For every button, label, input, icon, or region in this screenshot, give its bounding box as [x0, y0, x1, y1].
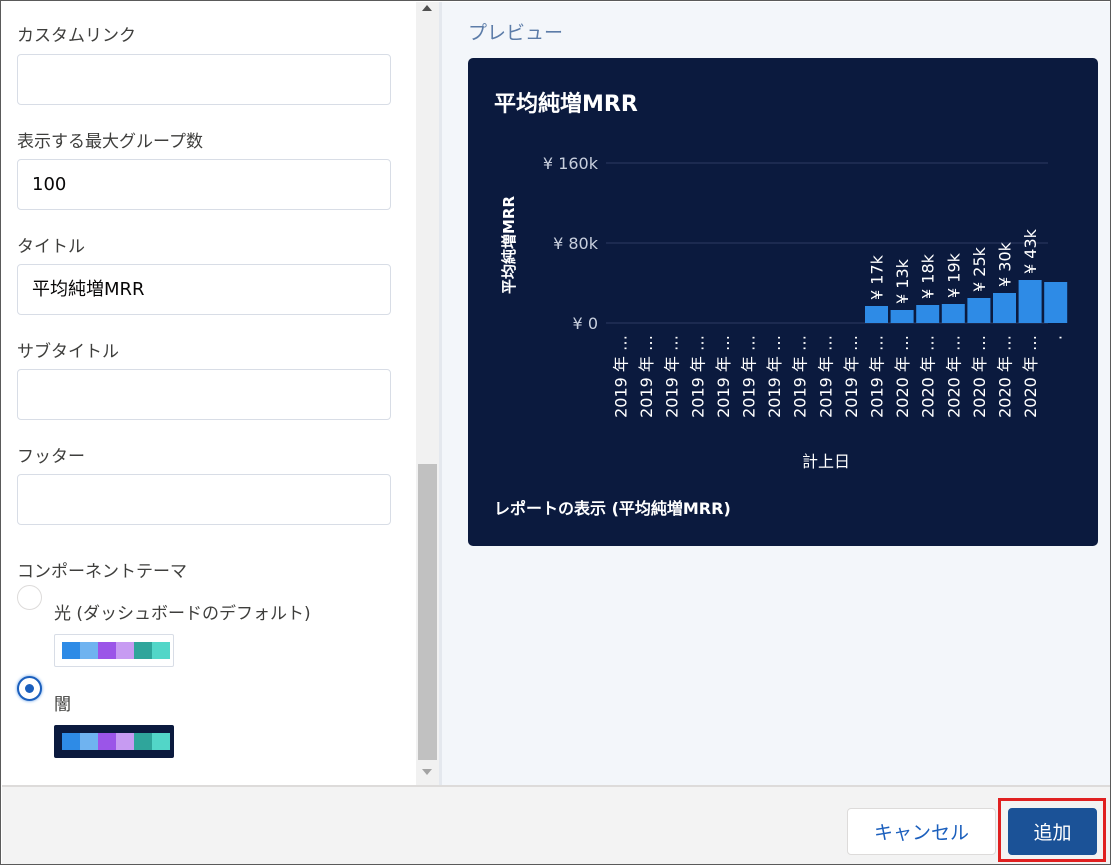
data-label: ¥ 18k — [919, 253, 938, 299]
preview-panel: プレビュー 平均純増MRR ¥ 0 ¥ 80k ¥ 160k 平均純増MRR 2019 … — [439, 2, 1110, 785]
custom-link-input[interactable] — [17, 54, 391, 105]
y-axis-title: 平均純増MRR — [500, 196, 518, 294]
palette-swatch — [80, 733, 98, 750]
cancel-button[interactable]: キャンセル — [847, 808, 996, 855]
data-label: ¥ 30k — [996, 241, 1015, 287]
x-tick-label: 2020 年 … — [970, 335, 989, 418]
dashboard-component-card: 平均純増MRR ¥ 0 ¥ 80k ¥ 160k 平均純増MRR 2019 年 … 201… — [468, 58, 1098, 546]
x-tick-label: 2019 年 … — [765, 335, 784, 418]
data-label: ¥ 25k — [970, 246, 989, 292]
x-tick-label: 2019 年 … — [714, 335, 733, 418]
custom-link-label: カスタムリンク — [17, 26, 136, 46]
y-tick-label: ¥ 80k — [553, 234, 599, 253]
y-tick-label: ¥ 0 — [573, 314, 598, 333]
x-tick-label: . — [1047, 335, 1066, 340]
bar — [1044, 282, 1068, 323]
max-groups-label: 表示する最大グループ数 — [17, 132, 203, 152]
theme-light-palette — [54, 634, 174, 667]
bar — [1018, 280, 1042, 323]
palette-swatch — [98, 642, 116, 659]
bar — [941, 304, 965, 323]
palette-swatch — [62, 642, 80, 659]
scroll-down-arrow-icon[interactable] — [422, 769, 432, 775]
palette-swatch — [152, 733, 170, 750]
x-tick-label: 2019 年 … — [688, 335, 707, 418]
x-tick-label: 2020 年 … — [1021, 335, 1040, 418]
bar — [993, 293, 1016, 323]
add-button[interactable]: 追加 — [1008, 808, 1097, 855]
x-tick-label: 2019 年 … — [637, 335, 656, 418]
subtitle-input[interactable] — [17, 369, 391, 420]
data-label: ¥ 19k — [944, 252, 963, 298]
bar — [865, 306, 888, 323]
x-tick-label: 2019 年 … — [740, 335, 759, 418]
subtitle-label: サブタイトル — [17, 342, 119, 362]
x-tick-label: 2020 年 … — [919, 335, 938, 418]
dialog-footer: キャンセル 追加 — [2, 785, 1110, 864]
component-theme-label: コンポーネントテーマ — [17, 562, 187, 582]
x-tick-label: 2019 年 … — [842, 335, 861, 418]
title-input[interactable]: 平均純増MRR — [17, 264, 391, 315]
x-tick-label: 2019 年 … — [868, 335, 887, 418]
properties-panel: カスタムリンク 表示する最大グループ数 100 タイトル 平均純増MRR サブタ… — [2, 2, 416, 785]
theme-dark-label: 闇 — [54, 695, 71, 715]
theme-light-radio[interactable] — [17, 585, 42, 610]
bar — [916, 305, 940, 323]
x-tick-label: 2020 年 … — [996, 335, 1015, 418]
theme-dark-palette — [54, 725, 174, 758]
footer-label: フッター — [17, 447, 85, 467]
view-report-link[interactable]: レポートの表示 (平均純増MRR) — [494, 495, 731, 519]
bar — [967, 298, 991, 323]
theme-dark-radio[interactable] — [17, 676, 42, 701]
data-label: ¥ 17k — [868, 254, 887, 300]
palette-swatch — [134, 642, 152, 659]
y-tick-label: ¥ 160k — [543, 154, 599, 173]
bar-chart: ¥ 0 ¥ 80k ¥ 160k 平均純増MRR 2019 年 … 2019 年 … 201… — [500, 154, 1068, 471]
max-groups-input[interactable]: 100 — [17, 159, 391, 210]
theme-light-label: 光 (ダッシュボードのデフォルト) — [54, 604, 311, 624]
palette-swatch — [62, 733, 80, 750]
scroll-thumb[interactable] — [418, 464, 437, 760]
palette-swatch — [98, 733, 116, 750]
palette-swatch — [116, 733, 134, 750]
x-tick-label: 2019 年 … — [816, 335, 835, 418]
x-tick-label: 2019 年 … — [791, 335, 810, 418]
palette-swatch — [80, 642, 98, 659]
x-axis-title: 計上日 — [802, 452, 850, 471]
palette-swatch — [116, 642, 134, 659]
preview-heading: プレビュー — [468, 22, 564, 44]
data-label: ¥ 43k — [1021, 228, 1040, 274]
bar — [890, 310, 914, 323]
data-label: ¥ 13k — [893, 258, 912, 304]
panel-scrollbar[interactable] — [416, 2, 439, 785]
dialog-frame: カスタムリンク 表示する最大グループ数 100 タイトル 平均純増MRR サブタ… — [0, 0, 1111, 865]
x-tick-label: 2019 年 … — [663, 335, 682, 418]
x-tick-label: 2019 年 … — [612, 335, 631, 418]
palette-swatch — [134, 733, 152, 750]
scroll-up-arrow-icon[interactable] — [422, 5, 432, 11]
x-tick-label: 2020 年 … — [944, 335, 963, 418]
footer-input[interactable] — [17, 474, 391, 525]
title-label: タイトル — [17, 237, 85, 257]
palette-swatch — [152, 642, 170, 659]
x-tick-label: 2020 年 … — [893, 335, 912, 418]
